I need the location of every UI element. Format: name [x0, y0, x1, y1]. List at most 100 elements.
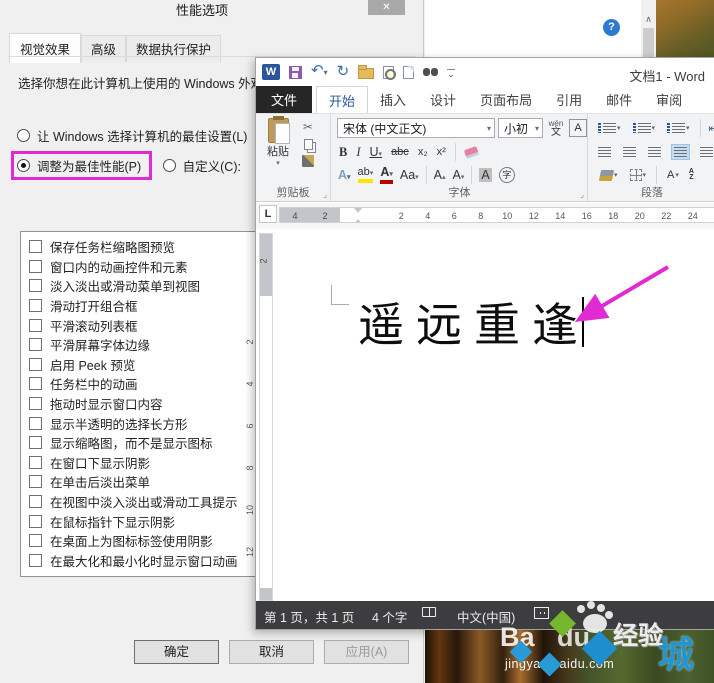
list-item[interactable]: 在最大化和最小化时显示窗口动画 — [21, 551, 257, 571]
ribbon-tab[interactable]: 邮件 — [594, 86, 644, 113]
checkbox-icon[interactable] — [29, 338, 42, 351]
bullets-button[interactable]: ▾ — [596, 121, 623, 135]
subscript-button[interactable]: x₂ — [418, 146, 428, 158]
ok-button[interactable]: 确定 — [134, 640, 219, 664]
change-case-button[interactable]: Aa▾ — [400, 168, 419, 182]
radio-icon[interactable] — [17, 159, 30, 172]
page-indicator[interactable]: 第 1 页，共 1 页 — [264, 607, 354, 626]
scrollbar-thumb[interactable] — [643, 28, 654, 57]
dialog-launcher-icon[interactable]: ⌟ — [323, 190, 327, 199]
radio-option[interactable]: 自定义(C): — [157, 151, 252, 180]
ribbon-tab[interactable]: 审阅 — [644, 86, 694, 113]
italic-button[interactable]: I — [356, 145, 360, 160]
enclose-characters-button[interactable]: 字 — [499, 167, 515, 183]
indent-markers[interactable] — [353, 208, 364, 223]
ribbon-tab[interactable]: 插入 — [368, 86, 418, 113]
radio-icon[interactable] — [17, 129, 30, 142]
redo-icon[interactable]: ↻ — [337, 65, 350, 79]
font-name-combo[interactable]: 宋体 (中文正文) ▾ — [337, 118, 495, 138]
character-shading-button[interactable]: A — [479, 168, 491, 182]
list-item[interactable]: 显示半透明的选择长方形 — [21, 413, 257, 433]
checkbox-icon[interactable] — [29, 475, 42, 488]
open-folder-icon[interactable] — [358, 68, 374, 79]
checkbox-icon[interactable] — [29, 397, 42, 410]
cut-icon[interactable]: ✂ — [303, 120, 313, 134]
list-item[interactable]: 拖动时显示窗口内容 — [21, 394, 257, 414]
scroll-up-icon[interactable]: ∧ — [641, 14, 656, 25]
list-item[interactable]: 在窗口下显示阴影 — [21, 453, 257, 473]
checkbox-icon[interactable] — [29, 554, 42, 567]
input-mode-icon[interactable] — [534, 607, 549, 619]
undo-dropdown-icon[interactable]: ▾ — [324, 68, 328, 77]
list-item[interactable]: 保存任务栏缩略图预览 — [21, 237, 257, 257]
qat-overflow-icon[interactable]: ⌄ — [447, 69, 455, 78]
list-item[interactable]: 在视图中淡入淡出或滑动工具提示 — [21, 492, 257, 512]
font-color-button[interactable]: A▾ — [380, 167, 393, 184]
copy-icon[interactable] — [304, 139, 313, 150]
ribbon-tab[interactable]: 设计 — [418, 86, 468, 113]
checkbox-icon[interactable] — [29, 534, 42, 547]
align-right-button[interactable] — [646, 145, 663, 159]
checkbox-icon[interactable] — [29, 279, 42, 292]
dialog-tab[interactable]: 视觉效果 — [9, 33, 81, 63]
decrease-indent-icon[interactable]: ⇤ — [709, 122, 714, 135]
justify-button[interactable] — [671, 144, 690, 160]
paste-button[interactable]: 粘贴 ▾ — [262, 118, 294, 167]
chevron-down-icon[interactable]: ▾ — [531, 124, 539, 133]
dialog-tab[interactable]: 高级 — [81, 35, 126, 62]
list-item[interactable]: 窗口内的动画控件和元素 — [21, 257, 257, 277]
cancel-button[interactable]: 取消 — [229, 640, 314, 664]
list-item[interactable]: 平滑滚动列表框 — [21, 315, 257, 335]
font-size-combo[interactable]: 小初 ▾ — [498, 118, 543, 138]
vertical-ruler[interactable]: 2 24681012 — [259, 233, 273, 601]
strikethrough-button[interactable]: abc — [391, 146, 409, 158]
tab-selector[interactable]: L — [259, 205, 277, 223]
underline-button[interactable]: U▾ — [370, 145, 383, 159]
checkbox-icon[interactable] — [29, 358, 42, 371]
shrink-font-button[interactable]: A▾ — [453, 168, 465, 182]
visual-effects-list[interactable]: 保存任务栏缩略图预览 窗口内的动画控件和元素 淡入淡出或滑动菜单到视图 滑动打开… — [20, 231, 258, 577]
checkbox-icon[interactable] — [29, 319, 42, 332]
checkbox-icon[interactable] — [29, 260, 42, 273]
new-document-icon[interactable] — [403, 66, 414, 79]
highlight-color-button[interactable]: ab▾ — [358, 167, 374, 183]
list-item[interactable]: 在鼠标指针下显示阴影 — [21, 511, 257, 531]
list-item[interactable]: 显示缩略图，而不是显示图标 — [21, 433, 257, 453]
format-painter-icon[interactable] — [302, 155, 314, 167]
align-center-button[interactable] — [621, 145, 638, 159]
character-scaling-button[interactable]: A▾ — [665, 167, 681, 183]
checkbox-icon[interactable] — [29, 495, 42, 508]
radio-option[interactable]: 让 Windows 选择计算机的最佳设置(L) — [11, 121, 258, 150]
list-item[interactable]: 启用 Peek 预览 — [21, 355, 257, 375]
dialog-launcher-icon[interactable]: ⌟ — [580, 190, 584, 199]
paste-dropdown-icon[interactable]: ▾ — [262, 159, 294, 167]
shading-button[interactable]: ▾ — [598, 168, 620, 183]
list-item[interactable]: 淡入淡出或滑动菜单到视图 — [21, 276, 257, 296]
numbering-button[interactable]: ▾ — [631, 121, 658, 135]
find-icon[interactable] — [423, 68, 438, 76]
borders-button[interactable]: ▾ — [628, 167, 649, 183]
checkbox-icon[interactable] — [29, 456, 42, 469]
character-border-icon[interactable]: A — [569, 119, 587, 137]
ribbon-tab[interactable]: 文件 — [256, 86, 312, 113]
close-icon[interactable]: ✕ — [368, 0, 405, 15]
radio-option[interactable]: 调整为最佳性能(P) — [11, 151, 152, 180]
clear-formatting-icon[interactable] — [464, 146, 479, 159]
proofing-icon[interactable] — [422, 607, 436, 617]
checkbox-icon[interactable] — [29, 417, 42, 430]
checkbox-icon[interactable] — [29, 377, 42, 390]
list-item[interactable]: 滑动打开组合框 — [21, 296, 257, 316]
checkbox-icon[interactable] — [29, 299, 42, 312]
list-item[interactable]: 任务栏中的动画 — [21, 374, 257, 394]
sort-icon[interactable]: AZ — [689, 169, 694, 181]
chevron-down-icon[interactable]: ▾ — [483, 124, 491, 133]
document-area[interactable]: 遥远重逢 — [273, 229, 714, 601]
list-item[interactable]: 在桌面上为图标标签使用阴影 — [21, 531, 257, 551]
align-left-button[interactable] — [596, 145, 613, 159]
list-item[interactable]: 在单击后淡出菜单 — [21, 472, 257, 492]
text-effects-button[interactable]: A▾ — [338, 168, 351, 182]
undo-icon[interactable]: ↶▾ — [311, 64, 328, 80]
scrollbar[interactable]: ∧ — [641, 0, 656, 57]
distribute-button[interactable] — [698, 145, 714, 159]
language-indicator[interactable]: 中文(中国) — [457, 607, 515, 626]
